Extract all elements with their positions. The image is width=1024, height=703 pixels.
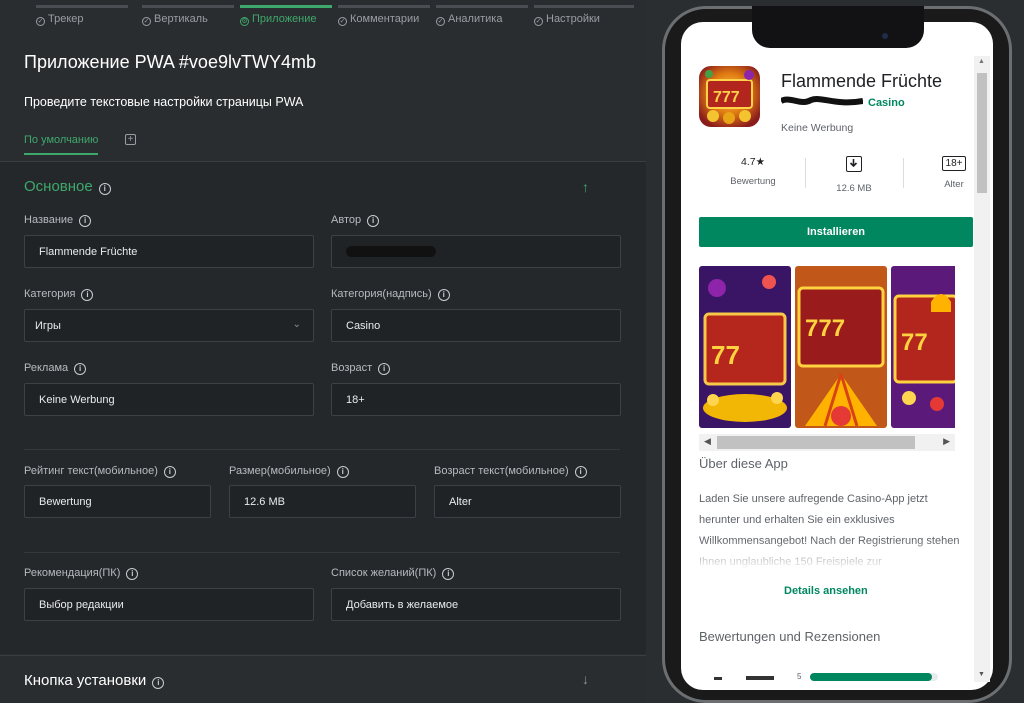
rating-text-label: Рейтинг текст(мобильное) i — [24, 465, 176, 478]
svg-text:777: 777 — [713, 89, 740, 106]
screenshot-gallery[interactable]: 77 777 77 — [699, 266, 955, 428]
step-tabs: ✓ Трекер ✓ Вертикаль ⚙ Приложение ✓ Коммента… — [0, 0, 646, 32]
info-icon[interactable]: i — [378, 363, 391, 375]
recommendation-label: Рекомендация(ПК) i — [24, 567, 139, 580]
section-main-title[interactable]: Основное i — [24, 178, 111, 195]
info-icon[interactable]: i — [367, 215, 380, 227]
review-score-bar — [746, 676, 774, 680]
chevron-down-icon: ⌄ — [292, 319, 301, 330]
scroll-left-icon[interactable]: ◀ — [704, 436, 711, 447]
redacted-author — [781, 96, 863, 106]
check-circle-icon: ✓ — [338, 17, 347, 26]
author-label: Автор i — [331, 214, 380, 227]
tab-settings[interactable]: ✓ Настройки — [534, 0, 634, 32]
app-name: Flammende Früchte — [781, 71, 943, 91]
details-link[interactable]: Details ansehen — [784, 585, 868, 597]
info-icon[interactable]: i — [442, 568, 455, 580]
screenshot-1[interactable]: 77 — [699, 266, 791, 428]
ads-label: Реклама i — [24, 362, 87, 375]
category-caption-label: Категория(надпись) i — [331, 288, 450, 301]
subtab-default[interactable]: По умолчанию — [24, 134, 99, 155]
category-label: Категория i — [24, 288, 94, 301]
gallery-scrollbar[interactable]: ◀ ▶ — [699, 434, 955, 451]
check-circle-icon: ✓ — [436, 17, 445, 26]
tab-analytics[interactable]: ✓ Аналитика — [436, 0, 528, 32]
scroll-down-icon[interactable]: ▼ — [978, 671, 985, 678]
name-field[interactable]: Flammende Früchte — [24, 235, 314, 268]
check-circle-icon: ✓ — [142, 17, 151, 26]
collapse-up-icon[interactable]: ↑ — [582, 179, 589, 195]
recommendation-field[interactable]: Выбор редакции — [24, 588, 314, 621]
name-label: Название i — [24, 214, 92, 227]
divider — [805, 158, 806, 188]
age-field[interactable]: 18+ — [331, 383, 621, 416]
info-icon[interactable]: i — [152, 677, 165, 689]
size-field[interactable]: 12.6 MB — [229, 485, 416, 518]
app-category[interactable]: Casino — [868, 97, 905, 109]
check-circle-icon: ✓ — [36, 17, 45, 26]
add-subtab-icon[interactable]: + — [125, 134, 136, 145]
rating-text-field[interactable]: Bewertung — [24, 485, 211, 518]
review-star-number: 5 — [797, 672, 802, 681]
info-icon[interactable]: i — [79, 215, 92, 227]
info-icon[interactable]: i — [336, 466, 349, 478]
wishlist-label: Список желаний(ПК) i — [331, 567, 455, 580]
svg-text:77: 77 — [711, 340, 740, 370]
tab-vertical[interactable]: ✓ Вертикаль — [142, 0, 234, 32]
page-title: Приложение PWA #voe9lvTWY4mb — [24, 52, 316, 72]
page-subtitle: Проведите текстовые настройки страницы P… — [24, 95, 304, 109]
age-text-label: Возраст текст(мобильное) i — [434, 465, 587, 478]
preview-scrollbar[interactable]: ▲ ▼ — [974, 56, 990, 682]
review-distribution-bar — [810, 673, 938, 681]
check-circle-icon: ✓ — [534, 17, 543, 26]
info-icon[interactable]: i — [437, 289, 450, 301]
ads-field[interactable]: Keine Werbung — [24, 383, 314, 416]
wishlist-field[interactable]: Добавить в желаемое — [331, 588, 621, 621]
phone-notch — [752, 6, 924, 48]
category-select[interactable]: Игры ⌄ — [24, 309, 314, 342]
app-ads-note: Keine Werbung — [781, 122, 854, 134]
svg-text:777: 777 — [805, 315, 845, 342]
screenshot-2[interactable]: 777 — [795, 266, 887, 428]
divider — [24, 449, 620, 450]
tab-comments[interactable]: ✓ Комментарии — [338, 0, 430, 32]
info-icon[interactable]: i — [81, 289, 94, 301]
settings-panel: ✓ Трекер ✓ Вертикаль ⚙ Приложение ✓ Коммента… — [0, 0, 646, 703]
svg-text:77: 77 — [901, 329, 928, 356]
tab-tracker[interactable]: ✓ Трекер — [36, 0, 128, 32]
age-label: Возраст i — [331, 362, 391, 375]
expand-down-icon[interactable]: ↓ — [582, 671, 589, 687]
tab-application[interactable]: ⚙ Приложение — [240, 0, 332, 32]
review-score — [714, 677, 722, 680]
install-button[interactable]: Installieren — [699, 217, 973, 247]
scroll-up-icon[interactable]: ▲ — [978, 58, 985, 65]
screenshot-3[interactable]: 77 — [891, 266, 955, 428]
app-icon: 777 — [699, 66, 760, 127]
scroll-right-icon[interactable]: ▶ — [943, 436, 950, 447]
author-field[interactable] — [331, 235, 621, 268]
section-install-title[interactable]: Кнопка установки i — [24, 672, 165, 689]
size-stat: 12.6 MB — [826, 156, 882, 194]
size-label: Размер(мобильное) i — [229, 465, 349, 478]
age-stat: 18+ Alter — [930, 156, 978, 190]
redacted-author — [346, 246, 436, 257]
divider — [24, 552, 620, 553]
divider — [903, 158, 904, 188]
rating-stat: 4.7★ Bewertung — [730, 156, 776, 187]
age-text-field[interactable]: Alter — [434, 485, 621, 518]
camera-icon — [882, 33, 888, 39]
category-caption-field[interactable]: Casino — [331, 309, 621, 342]
info-icon[interactable]: i — [74, 363, 87, 375]
gear-circle-icon: ⚙ — [240, 17, 249, 26]
reviews-title: Bewertungen und Rezensionen — [699, 629, 881, 644]
about-title: Über diese App — [699, 456, 788, 471]
info-icon[interactable]: i — [574, 466, 587, 478]
info-icon[interactable]: i — [163, 466, 176, 478]
info-icon[interactable]: i — [126, 568, 139, 580]
download-icon — [846, 156, 862, 172]
info-icon[interactable]: i — [98, 183, 111, 195]
